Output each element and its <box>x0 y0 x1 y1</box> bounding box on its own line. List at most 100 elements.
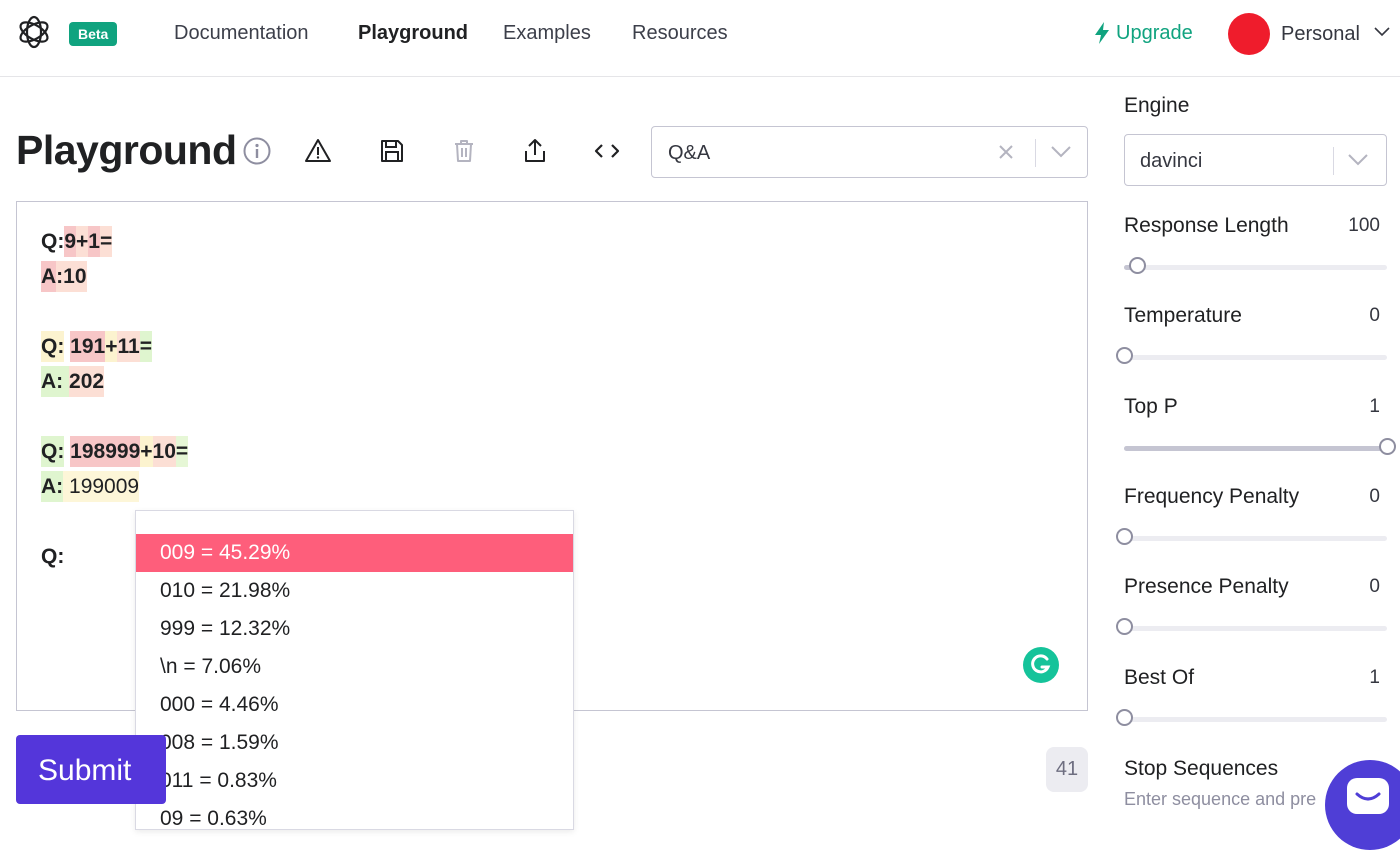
chat-face-icon <box>1347 778 1389 814</box>
probability-item[interactable]: 999 = 12.32% <box>136 610 573 648</box>
probability-item[interactable]: 010 = 21.98% <box>136 572 573 610</box>
slider-thumb[interactable] <box>1129 257 1147 274</box>
slider-value: 0 <box>1369 576 1380 597</box>
chevron-down-icon[interactable] <box>1374 27 1390 37</box>
prompt-line: A:10 <box>41 261 87 292</box>
select-divider <box>1035 139 1036 167</box>
prompt-token[interactable]: 9 <box>64 226 77 257</box>
account-name[interactable]: Personal <box>1281 21 1360 47</box>
submit-button[interactable]: Submit <box>16 735 166 804</box>
prompt-token[interactable]: 202 <box>69 366 105 397</box>
save-icon[interactable] <box>378 137 406 165</box>
share-icon[interactable] <box>521 137 549 165</box>
slider-track[interactable] <box>1124 257 1387 274</box>
prompt-token[interactable]: 198999 <box>70 436 141 467</box>
slider-track[interactable] <box>1116 347 1387 364</box>
slider-value: 100 <box>1348 215 1380 236</box>
prompt-token[interactable]: 10 <box>152 436 176 467</box>
prompt-token[interactable]: 10 <box>63 261 87 292</box>
slider-track[interactable] <box>1116 618 1387 635</box>
nav-link-playground[interactable]: Playground <box>358 20 468 46</box>
chat-support-button[interactable] <box>1325 760 1400 850</box>
prompt-line: A: 199009 <box>41 471 140 502</box>
openai-logo-icon[interactable] <box>16 14 52 50</box>
slider-value: 0 <box>1369 486 1380 507</box>
probability-item[interactable]: \n = 7.06% <box>136 648 573 686</box>
lightning-icon <box>1095 22 1109 44</box>
probability-item[interactable]: 008 = 1.59% <box>136 724 573 762</box>
prompt-token[interactable]: A: <box>41 471 64 502</box>
chevron-down-icon[interactable] <box>1347 153 1369 167</box>
prompt-line: Q:9+1= <box>41 226 113 257</box>
select-divider <box>1333 147 1334 175</box>
slider-thumb[interactable] <box>1116 347 1133 364</box>
probability-item[interactable]: 009 = 45.29% <box>136 534 573 572</box>
token-probabilities-menu: 009 = 45.29% 010 = 21.98% 999 = 12.32% \n =… <box>135 510 574 830</box>
prompt-token[interactable]: : <box>56 261 64 292</box>
engine-label: Engine <box>1124 94 1190 117</box>
prompt-token[interactable]: Q: <box>41 436 65 467</box>
nav-link-resources[interactable]: Resources <box>632 20 728 46</box>
slider-thumb[interactable] <box>1116 709 1133 726</box>
prompt-token[interactable]: Q: <box>41 331 65 362</box>
slider-label: Frequency Penalty <box>1124 485 1300 508</box>
preset-select[interactable]: Q&A <box>651 126 1088 178</box>
prompt-token[interactable]: 1 <box>88 226 100 257</box>
prompt-token[interactable]: A: <box>41 366 64 397</box>
prompt-token[interactable]: = <box>139 331 152 362</box>
upgrade-link[interactable]: Upgrade <box>1094 20 1193 46</box>
prompt-token[interactable]: + <box>76 226 89 257</box>
code-icon[interactable] <box>593 137 621 165</box>
slider-thumb[interactable] <box>1379 438 1396 455</box>
chevron-down-icon[interactable] <box>1050 145 1072 159</box>
probability-item[interactable]: 000 = 4.46% <box>136 686 573 724</box>
info-icon[interactable] <box>243 137 271 165</box>
prompt-token[interactable]: + <box>140 436 153 467</box>
page-title: Playground <box>16 127 237 173</box>
stop-sequences-label: Stop Sequences <box>1124 757 1279 780</box>
prompt-line: A: 202 <box>41 366 105 397</box>
avatar[interactable] <box>1228 13 1270 55</box>
engine-select[interactable]: davinci <box>1124 134 1387 186</box>
slider-track[interactable] <box>1116 528 1387 545</box>
upgrade-label: Upgrade <box>1116 22 1193 44</box>
engine-value: davinci <box>1140 150 1203 172</box>
warning-icon[interactable] <box>304 137 332 165</box>
prompt-line: Q: <box>41 541 64 572</box>
prompt-token[interactable]: = <box>99 226 113 257</box>
probability-item[interactable]: 011 = 0.83% <box>136 762 573 800</box>
slider-value: 1 <box>1369 667 1380 688</box>
prompt-token[interactable]: 191 <box>70 331 106 362</box>
slider-label: Response Length <box>1124 214 1289 237</box>
prompt-token[interactable]: Q: <box>41 541 64 572</box>
nav-link-documentation[interactable]: Documentation <box>174 20 309 46</box>
slider-value: 0 <box>1369 305 1380 326</box>
slider-label: Top P <box>1124 395 1178 418</box>
prompt-token[interactable]: = <box>175 436 189 467</box>
preset-value: Q&A <box>668 142 711 164</box>
slider-thumb[interactable] <box>1116 618 1133 635</box>
prompt-token[interactable]: A <box>41 261 57 292</box>
stop-sequences-input[interactable]: Enter sequence and pre <box>1124 787 1316 811</box>
close-icon[interactable] <box>998 144 1014 160</box>
trash-icon[interactable] <box>450 137 478 165</box>
prompt-token[interactable]: Q: <box>41 226 64 257</box>
grammarly-icon[interactable] <box>1023 647 1059 683</box>
slider-thumb[interactable] <box>1116 528 1133 545</box>
beta-badge: Beta <box>69 22 118 46</box>
probability-item[interactable]: 09 = 0.63% <box>136 800 573 838</box>
slider-label: Best Of <box>1124 666 1195 689</box>
prompt-line: Q: 198999+10= <box>41 436 189 467</box>
prompt-token[interactable]: + <box>105 331 118 362</box>
slider-track[interactable] <box>1124 438 1396 455</box>
top-navigation: Beta Documentation Playground Examples R… <box>0 0 1400 77</box>
grammarly-g-icon <box>1031 654 1051 674</box>
prompt-token[interactable]: 199009 <box>69 471 140 502</box>
prompt-token[interactable]: 11 <box>117 331 140 362</box>
slider-value: 1 <box>1369 396 1380 417</box>
slider-label: Temperature <box>1124 304 1242 327</box>
slider-track[interactable] <box>1116 709 1387 726</box>
nav-link-examples[interactable]: Examples <box>503 20 591 46</box>
slider-fill <box>1124 446 1387 451</box>
token-count: 41 <box>1046 747 1088 792</box>
